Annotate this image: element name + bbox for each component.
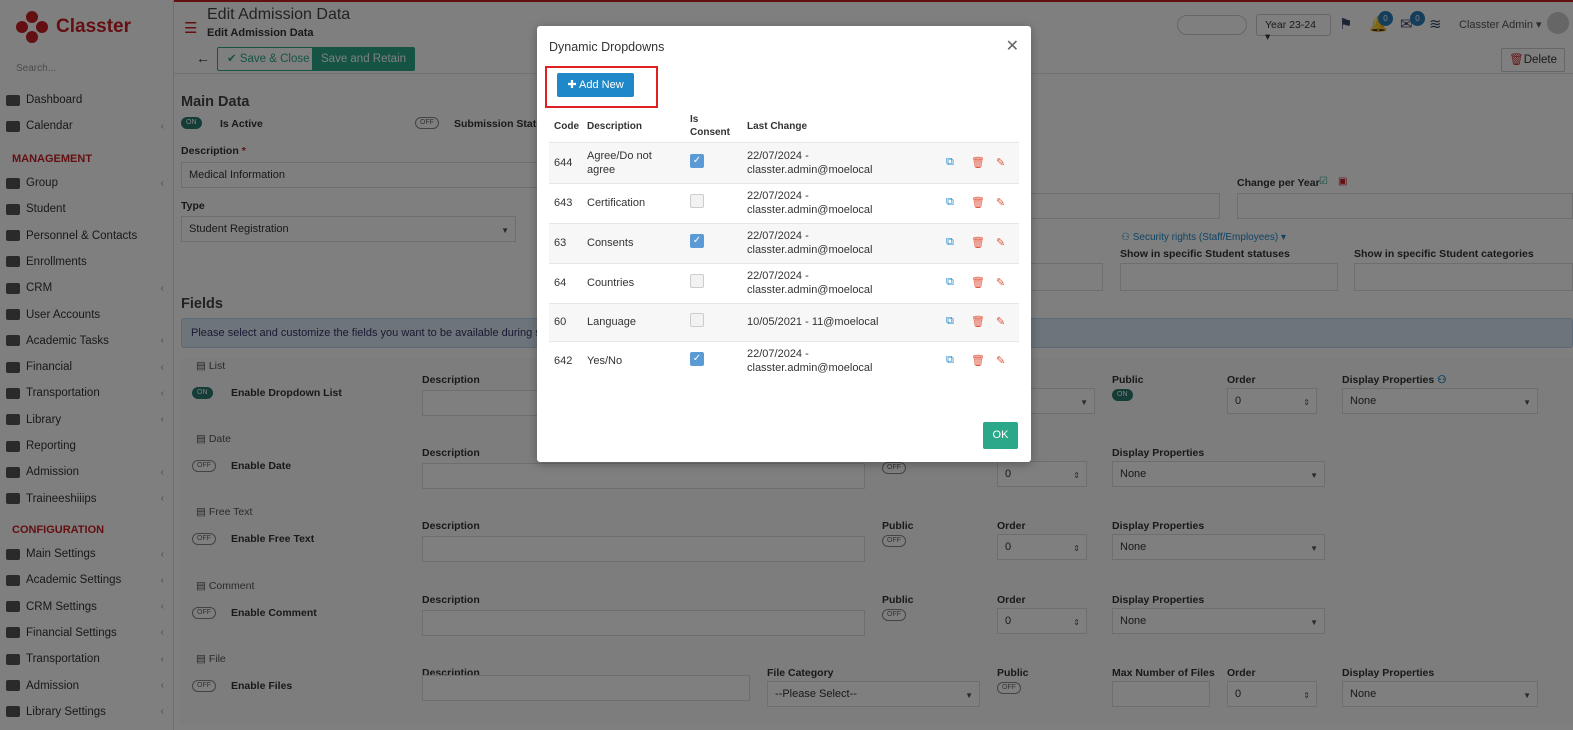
- row-code: 643: [554, 197, 573, 209]
- copy-icon[interactable]: ⧉: [946, 156, 954, 169]
- row-description: Countries: [587, 277, 635, 289]
- row-last-change-2: classter.admin@moelocal: [747, 244, 873, 256]
- trash-icon[interactable]: 🗑: [971, 196, 985, 209]
- add-new-label: Add New: [579, 79, 624, 91]
- consent-checkbox[interactable]: [690, 194, 704, 208]
- row-last-change: 10/05/2021 - 11@moelocal: [747, 316, 879, 328]
- trash-icon[interactable]: 🗑: [971, 276, 985, 289]
- trash-icon[interactable]: 🗑: [971, 156, 985, 169]
- row-last-change-2: classter.admin@moelocal: [747, 362, 873, 374]
- dynamic-dropdowns-modal: Dynamic Dropdowns ✕ ✚ Add New Code Descr…: [537, 26, 1031, 462]
- copy-icon[interactable]: ⧉: [946, 236, 954, 249]
- row-last-change-2: classter.admin@moelocal: [747, 204, 873, 216]
- ok-button[interactable]: OK: [983, 422, 1018, 449]
- pencil-icon[interactable]: ✎: [996, 354, 1005, 367]
- row-description: Certification: [587, 197, 646, 209]
- add-new-button[interactable]: ✚ Add New: [557, 73, 634, 97]
- row-code: 60: [554, 316, 567, 328]
- row-description-2: agree: [587, 163, 616, 176]
- copy-icon[interactable]: ⧉: [946, 276, 954, 289]
- close-icon[interactable]: ✕: [1006, 36, 1019, 56]
- col-is: Is: [690, 114, 699, 125]
- row-code: 63: [554, 237, 567, 249]
- consent-checkbox[interactable]: ✓: [690, 234, 704, 248]
- row-description: Consents: [587, 237, 634, 249]
- pencil-icon[interactable]: ✎: [996, 236, 1005, 249]
- pencil-icon[interactable]: ✎: [996, 156, 1005, 169]
- pencil-icon[interactable]: ✎: [996, 315, 1005, 328]
- row-last-change: 22/07/2024 -: [747, 149, 809, 162]
- col-description: Description: [587, 121, 643, 132]
- row-last-change: 22/07/2024 -: [747, 348, 809, 360]
- row-description: Language: [587, 316, 636, 328]
- row-description: Agree/Do not: [587, 149, 652, 162]
- consent-checkbox[interactable]: [690, 274, 704, 288]
- trash-icon[interactable]: 🗑: [971, 354, 985, 367]
- row-last-change-2: classter.admin@moelocal: [747, 163, 873, 176]
- pencil-icon[interactable]: ✎: [996, 276, 1005, 289]
- row-description: Yes/No: [587, 355, 623, 367]
- copy-icon[interactable]: ⧉: [946, 354, 954, 367]
- col-consent: Consent: [690, 127, 730, 138]
- col-last-change: Last Change: [747, 121, 808, 132]
- modal-title: Dynamic Dropdowns: [549, 40, 665, 54]
- row-last-change-2: classter.admin@moelocal: [747, 284, 873, 296]
- row-code: 644: [554, 156, 573, 169]
- col-code: Code: [554, 121, 579, 132]
- row-last-change: 22/07/2024 -: [747, 230, 809, 242]
- consent-checkbox[interactable]: [690, 313, 704, 327]
- row-code: 642: [554, 355, 573, 367]
- row-last-change: 22/07/2024 -: [747, 270, 809, 282]
- consent-checkbox[interactable]: ✓: [690, 153, 704, 168]
- trash-icon[interactable]: 🗑: [971, 315, 985, 328]
- pencil-icon[interactable]: ✎: [996, 196, 1005, 209]
- copy-icon[interactable]: ⧉: [946, 315, 954, 328]
- row-last-change: 22/07/2024 -: [747, 190, 809, 202]
- consent-checkbox[interactable]: ✓: [690, 352, 704, 366]
- copy-icon[interactable]: ⧉: [946, 196, 954, 209]
- trash-icon[interactable]: 🗑: [971, 236, 985, 249]
- row-code: 64: [554, 277, 567, 289]
